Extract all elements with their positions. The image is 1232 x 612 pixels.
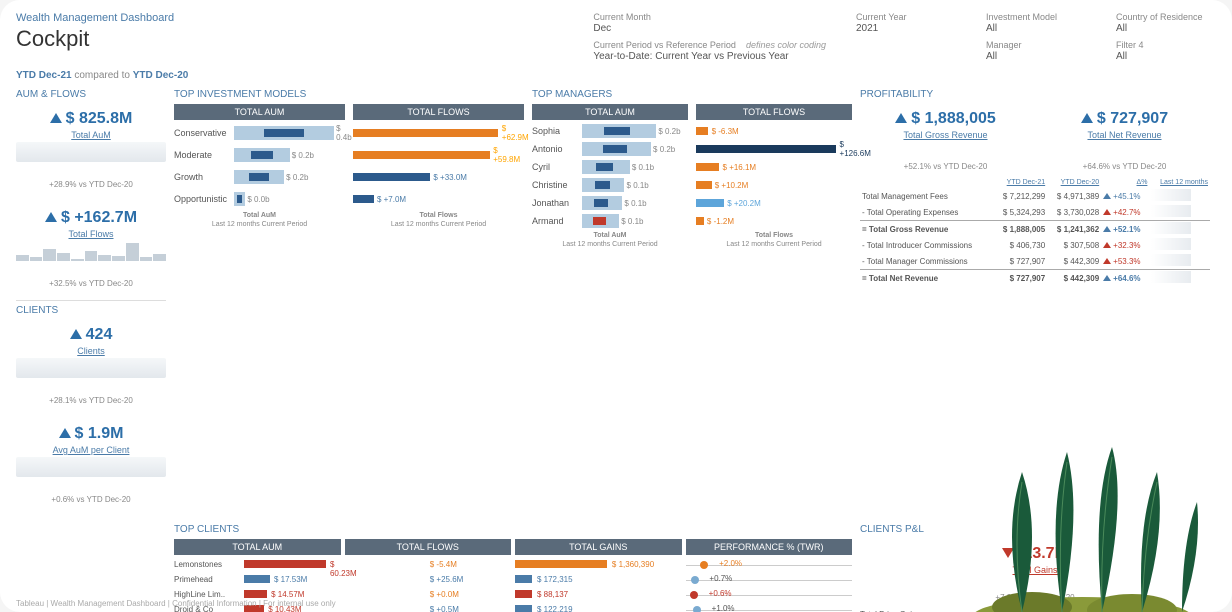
clients-flows-col: TOTAL FLOWS $ -5.4M$ +25.6M$ +0.0M$ +0.5… (345, 539, 512, 612)
mgr-flow-row[interactable]: $ +126.6M (696, 140, 852, 158)
column-4: PROFITABILITY $ 1,888,005 Total Gross Re… (860, 89, 1210, 516)
client-flow-row[interactable]: $ +0.0M (345, 587, 512, 602)
triangle-up-icon (45, 212, 57, 222)
prof-row[interactable]: = Total Gross Revenue$ 1,888,005$ 1,241,… (860, 221, 1210, 238)
filter-country[interactable]: Country of Residence All (1116, 12, 1216, 34)
clients-count-kpi[interactable]: 424 Clients +28.1% vs YTD Dec-20 (16, 320, 166, 411)
filter-current-year[interactable]: Current Year 2021 (856, 12, 956, 62)
inv-flow-row[interactable]: $ +7.0M (353, 188, 524, 210)
pnl-row: Total Price Gains (860, 608, 1210, 612)
avg-aum-kpi[interactable]: $ 1.9M Avg AuM per Client +0.6% vs YTD D… (16, 419, 166, 510)
clients-panel: CLIENTS 424 Clients +28.1% vs YTD Dec-20… (16, 300, 166, 510)
mgr-flow-row[interactable]: $ -1.2M (696, 212, 852, 230)
mgr-flow-row[interactable]: $ +16.1M (696, 158, 852, 176)
prof-row[interactable]: - Total Operating Expenses$ 5,324,293$ 3… (860, 204, 1210, 221)
total-aum-kpi[interactable]: $ 825.8M Total AuM +28.9% vs YTD Dec-20 (16, 104, 166, 195)
client-row[interactable]: Lemonstones$ 60.23M (174, 557, 341, 572)
mgr-aum-col: TOTAL AUM Sophia$ 0.2bAntonio$ 0.2bCyril… (532, 104, 688, 248)
client-perf-row[interactable]: +0.6% (686, 587, 853, 602)
prof-row[interactable]: = Total Net Revenue$ 727,907$ 442,309+64… (860, 270, 1210, 287)
client-perf-row[interactable]: +1.0% (686, 602, 853, 612)
clients-perf-col: PERFORMANCE % (TWR) +2.0%+0.7%+0.6%+1.0%… (686, 539, 853, 612)
triangle-up-icon (70, 329, 82, 339)
filter-investment-model[interactable]: Investment Model All (986, 12, 1086, 34)
net-revenue-kpi[interactable]: $ 727,907 Total Net Revenue +64.6% vs YT… (1039, 104, 1210, 177)
inv-row[interactable]: Growth$ 0.2b (174, 166, 345, 188)
aum-flows-panel: AuM & FLOWS $ 825.8M Total AuM +28.9% vs… (16, 89, 166, 294)
filter-col-1: Current Month Dec Current Period vs Refe… (593, 12, 826, 62)
inv-row[interactable]: Conservative$ 0.4b (174, 122, 345, 144)
mgr-flow-row[interactable]: $ +20.2M (696, 194, 852, 212)
client-gain-row[interactable]: $ 172,315 (515, 572, 682, 587)
triangle-up-icon (59, 428, 71, 438)
inv-row[interactable]: Opportunistic$ 0.0b (174, 188, 345, 210)
footer: Tableau | Wealth Management Dashboard | … (16, 599, 336, 608)
main-grid: AuM & FLOWS $ 825.8M Total AuM +28.9% vs… (16, 89, 1216, 612)
mgr-flows-col: TOTAL FLOWS $ -6.3M$ +126.6M$ +16.1M$ +1… (696, 104, 852, 248)
filters: Current Month Dec Current Period vs Refe… (593, 12, 1216, 62)
total-gains-kpi[interactable]: -13.7M Total Gains +7.9% vs YTD Dec-20 (860, 539, 1210, 608)
triangle-up-icon (50, 113, 62, 123)
triangle-down-icon (1002, 548, 1014, 558)
clients-gains-col: TOTAL GAINS $ 1,360,390$ 172,315$ 88,137… (515, 539, 682, 612)
mgr-flow-row[interactable]: $ -6.3M (696, 122, 852, 140)
mgr-flow-row[interactable]: $ +10.2M (696, 176, 852, 194)
filter-manager[interactable]: Manager All (986, 40, 1086, 62)
client-gain-row[interactable]: $ 1,360,390 (515, 557, 682, 572)
gross-revenue-kpi[interactable]: $ 1,888,005 Total Gross Revenue +52.1% v… (860, 104, 1031, 177)
inv-flow-row[interactable]: $ +62.9M (353, 122, 524, 144)
summary-column: AuM & FLOWS $ 825.8M Total AuM +28.9% vs… (16, 89, 166, 516)
inv-flow-row[interactable]: $ +59.8M (353, 144, 524, 166)
mgr-row[interactable]: Christine$ 0.1b (532, 176, 688, 194)
sparkline-area (16, 142, 166, 162)
client-gain-row[interactable]: $ 122,219 (515, 602, 682, 612)
column-3: TOP MANAGERS TOTAL AUM Sophia$ 0.2bAnton… (532, 89, 852, 516)
dashboard-title: Cockpit (16, 26, 174, 52)
prof-row[interactable]: - Total Introducer Commissions$ 406,730$… (860, 237, 1210, 253)
sparkline-area (16, 358, 166, 378)
profitability-panel: PROFITABILITY $ 1,888,005 Total Gross Re… (860, 89, 1210, 286)
filter-period-value[interactable]: Year-to-Date: Current Year vs Previous Y… (593, 51, 826, 62)
mgr-row[interactable]: Sophia$ 0.2b (532, 122, 688, 140)
client-gain-row[interactable]: $ 88,137 (515, 587, 682, 602)
client-flow-row[interactable]: $ +0.5M (345, 602, 512, 612)
filter-current-month[interactable]: Current Month Dec (593, 12, 826, 34)
triangle-up-icon (1081, 113, 1093, 123)
column-2: TOP INVESTMENT MODELS TOTAL AUM Conserva… (174, 89, 524, 516)
mgr-row[interactable]: Antonio$ 0.2b (532, 140, 688, 158)
filter-col-4: Country of Residence All Filter 4 All (1116, 12, 1216, 62)
mgr-row[interactable]: Cyril$ 0.1b (532, 158, 688, 176)
client-flow-row[interactable]: $ -5.4M (345, 557, 512, 572)
inv-row[interactable]: Moderate$ 0.2b (174, 144, 345, 166)
inv-aum-col: TOTAL AUM Conservative$ 0.4bModerate$ 0.… (174, 104, 345, 228)
filter-period-label: Current Period vs Reference Period defin… (593, 40, 826, 62)
filter-col-3: Investment Model All Manager All (986, 12, 1086, 62)
client-row[interactable]: Primehead$ 17.53M (174, 572, 341, 587)
header: Wealth Management Dashboard Cockpit Curr… (16, 12, 1216, 62)
clients-pnl-panel: CLIENTS P&L -13.7M Total Gains +7.9% vs … (860, 524, 1210, 612)
triangle-up-icon (895, 113, 907, 123)
inv-flow-row[interactable]: $ +33.0M (353, 166, 524, 188)
total-flows-kpi[interactable]: $ +162.7M Total Flows +32.5% vs YTD Dec-… (16, 203, 166, 294)
top-managers-panel: TOP MANAGERS TOTAL AUM Sophia$ 0.2bAnton… (532, 89, 852, 248)
mgr-row[interactable]: Jonathan$ 0.1b (532, 194, 688, 212)
pnl-breakdown: Total Price Gains+ Total FX Gains= Total… (860, 608, 1210, 612)
header-left: Wealth Management Dashboard Cockpit (16, 12, 174, 62)
period-compare: YTD Dec-21 compared to YTD Dec-20 (16, 70, 1216, 81)
sparkline-bars (16, 241, 166, 261)
client-perf-row[interactable]: +2.0% (686, 557, 853, 572)
prof-row[interactable]: - Total Manager Commissions$ 727,907$ 44… (860, 253, 1210, 270)
mgr-row[interactable]: Armand$ 0.1b (532, 212, 688, 230)
client-perf-row[interactable]: +0.7% (686, 572, 853, 587)
dashboard-root: Wealth Management Dashboard Cockpit Curr… (0, 0, 1232, 612)
profitability-table[interactable]: YTD Dec-21 YTD Dec-20 Δ% Last 12 months … (860, 177, 1210, 286)
dashboard-subtitle: Wealth Management Dashboard (16, 12, 174, 24)
sparkline-area (16, 457, 166, 477)
filter-4[interactable]: Filter 4 All (1116, 40, 1216, 62)
top-investment-panel: TOP INVESTMENT MODELS TOTAL AUM Conserva… (174, 89, 524, 228)
inv-flows-col: TOTAL FLOWS $ +62.9M$ +59.8M$ +33.0M$ +7… (353, 104, 524, 228)
prof-row[interactable]: Total Management Fees$ 7,212,299$ 4,971,… (860, 188, 1210, 204)
client-flow-row[interactable]: $ +25.6M (345, 572, 512, 587)
